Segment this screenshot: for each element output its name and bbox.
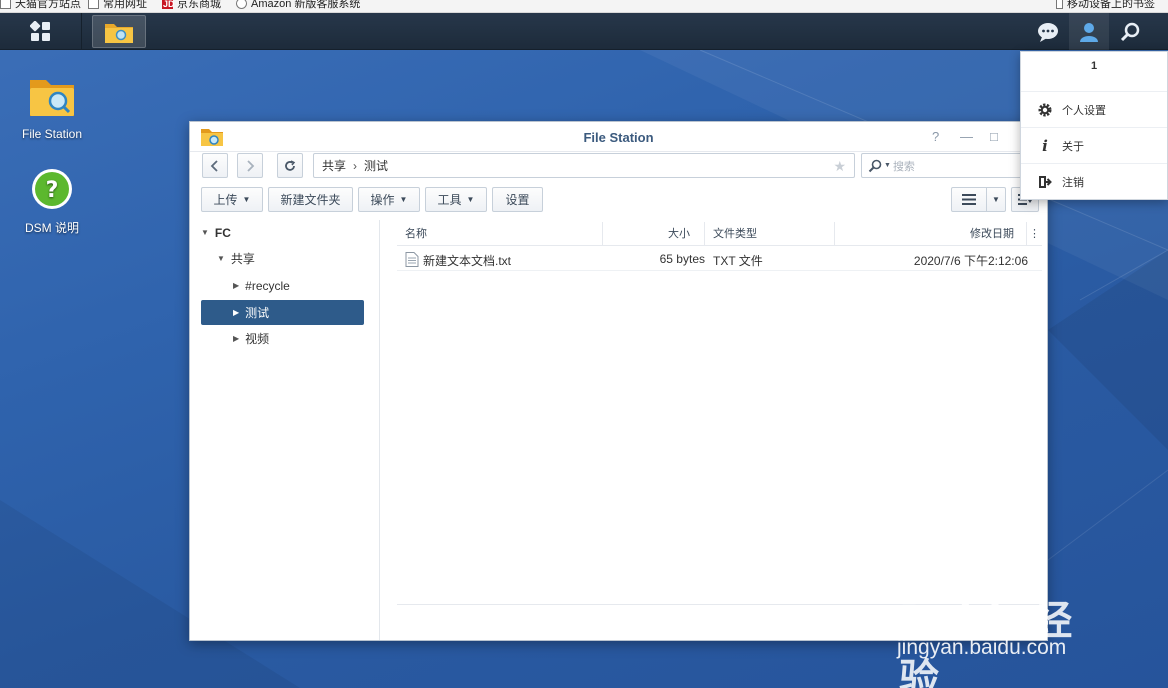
bookmark-jd[interactable]: JD 京东商城 [162,0,221,11]
taskbar [0,13,1168,50]
collapse-arrow-icon[interactable]: ▶ [233,281,239,290]
file-type: TXT 文件 [713,254,763,268]
back-button[interactable] [202,153,228,178]
bookmark-amazon[interactable]: Amazon 新版客服系统 [236,0,360,11]
chevron-right-icon [247,159,255,172]
baidu-watermark: Baidu经验 jingyan.baidu.com [893,560,1113,688]
jd-logo-icon: JD [162,0,175,9]
bookmark-icon [0,0,11,9]
view-options-caret[interactable]: ▼ [986,187,1006,212]
user-menu: 1 个人设置 i 关于 注销 [1020,51,1168,200]
tree-item-video[interactable]: ▶ 视频 [201,326,364,351]
window-titlebar[interactable]: File Station ? — □ [190,122,1047,152]
folder-search-icon [30,80,74,116]
search-icon [868,159,882,172]
breadcrumb-current[interactable]: 测试 [364,157,388,174]
desktop-icon-file-station[interactable]: File Station [12,76,92,141]
file-modified: 2020/7/6 下午2:12:06 [913,254,1028,268]
folder-search-icon [105,23,133,43]
minimize-button[interactable]: — [960,129,973,144]
expand-arrow-icon[interactable]: ▼ [201,228,209,237]
table-row[interactable]: 新建文本文档.txt 65 bytes TXT 文件 2020/7/6 下午2:… [397,247,1042,271]
logout-icon [1037,175,1053,189]
folder-icon [88,0,99,9]
search-placeholder: 搜索 [892,160,915,173]
list-icon [962,194,976,205]
notifications-button[interactable] [1028,13,1068,50]
username: 1 [1090,60,1098,72]
chevron-left-icon [210,159,218,172]
menu-item-about[interactable]: i 关于 [1021,127,1167,163]
help-glyph: ? [46,178,59,203]
tree-shared[interactable]: ▼ 共享 [217,246,380,271]
desktop-icon-dsm-help[interactable]: ? DSM 说明 [12,168,92,236]
file-list-header: 名称 大小 文件类型 修改日期 ⋮ [397,222,1042,246]
user-icon [1080,22,1098,42]
folder-tree: ▼ FC ▼ 共享 ▶ #recycle ▶ 测试 ▶ 视频 [190,220,380,640]
list-view-button[interactable] [951,187,987,212]
search-input[interactable]: ▼ 搜索 [861,153,1039,178]
taskbar-file-station[interactable] [92,15,146,48]
help-icon: ? [32,169,72,209]
menu-item-logout[interactable]: 注销 [1021,163,1167,199]
bookmark-common-sites[interactable]: 常用网址 [88,0,147,11]
refresh-icon [285,159,296,171]
chat-bubble-icon [1038,22,1058,42]
tree-item-recycle[interactable]: ▶ #recycle [201,273,364,298]
tools-button[interactable]: 工具 ▼ [425,187,487,212]
search-button[interactable] [1110,13,1150,50]
main-menu-button[interactable] [0,13,82,50]
watermark-url: jingyan.baidu.com [897,636,1067,659]
column-name[interactable]: 名称 [397,222,603,246]
globe-icon [236,0,247,9]
bookmark-tmall[interactable]: 天猫官方站点 [0,0,81,11]
breadcrumb-shared[interactable]: 共享 [322,157,346,174]
collapse-arrow-icon[interactable]: ▶ [233,334,239,343]
window-title: File Station [583,130,654,145]
menu-item-personal-settings[interactable]: 个人设置 [1021,91,1167,127]
breadcrumb-separator: › [353,158,358,173]
gear-icon [1037,103,1053,117]
maximize-button[interactable]: □ [990,129,998,144]
file-size: 65 bytes [659,252,705,266]
refresh-button[interactable] [277,153,303,178]
file-name: 新建文本文档.txt [423,254,512,268]
expand-arrow-icon[interactable]: ▼ [217,254,225,263]
forward-button[interactable] [237,153,263,178]
tree-root-fc[interactable]: ▼ FC [201,220,364,245]
help-button[interactable]: ? [932,129,939,144]
info-icon: i [1042,136,1048,155]
column-type[interactable]: 文件类型 [705,222,835,246]
upload-button[interactable]: 上传 ▼ [201,187,263,212]
phone-icon [1056,0,1063,9]
new-folder-button[interactable]: 新建文件夹 [268,187,353,212]
tree-item-test[interactable]: ▶ 测试 [201,300,364,325]
star-icon[interactable]: ★ [833,158,846,175]
caret-down-icon: ▼ [399,195,408,204]
column-menu-icon[interactable]: ⋮ [1027,222,1042,246]
caret-down-icon: ▼ [242,195,251,204]
text-file-icon [405,252,419,267]
search-icon [1120,22,1140,41]
user-button[interactable] [1069,13,1109,50]
caret-down-icon: ▼ [466,195,475,204]
collapse-arrow-icon[interactable]: ▶ [233,308,239,317]
action-button[interactable]: 操作 ▼ [358,187,420,212]
browser-bookmark-bar: 天猫官方站点 常用网址 JD 京东商城 Amazon 新版客服系统 移动设备上的… [0,0,1168,13]
search-options-caret[interactable]: ▼ [884,162,891,169]
column-size[interactable]: 大小 [603,222,705,246]
settings-button[interactable]: 设置 [492,187,543,212]
bookmark-mobile[interactable]: 移动设备上的书签 [1056,0,1155,11]
path-bar[interactable]: 共享 › 测试 ★ [313,153,855,178]
main-menu-icon [29,20,50,41]
column-modified[interactable]: 修改日期 [835,222,1027,246]
